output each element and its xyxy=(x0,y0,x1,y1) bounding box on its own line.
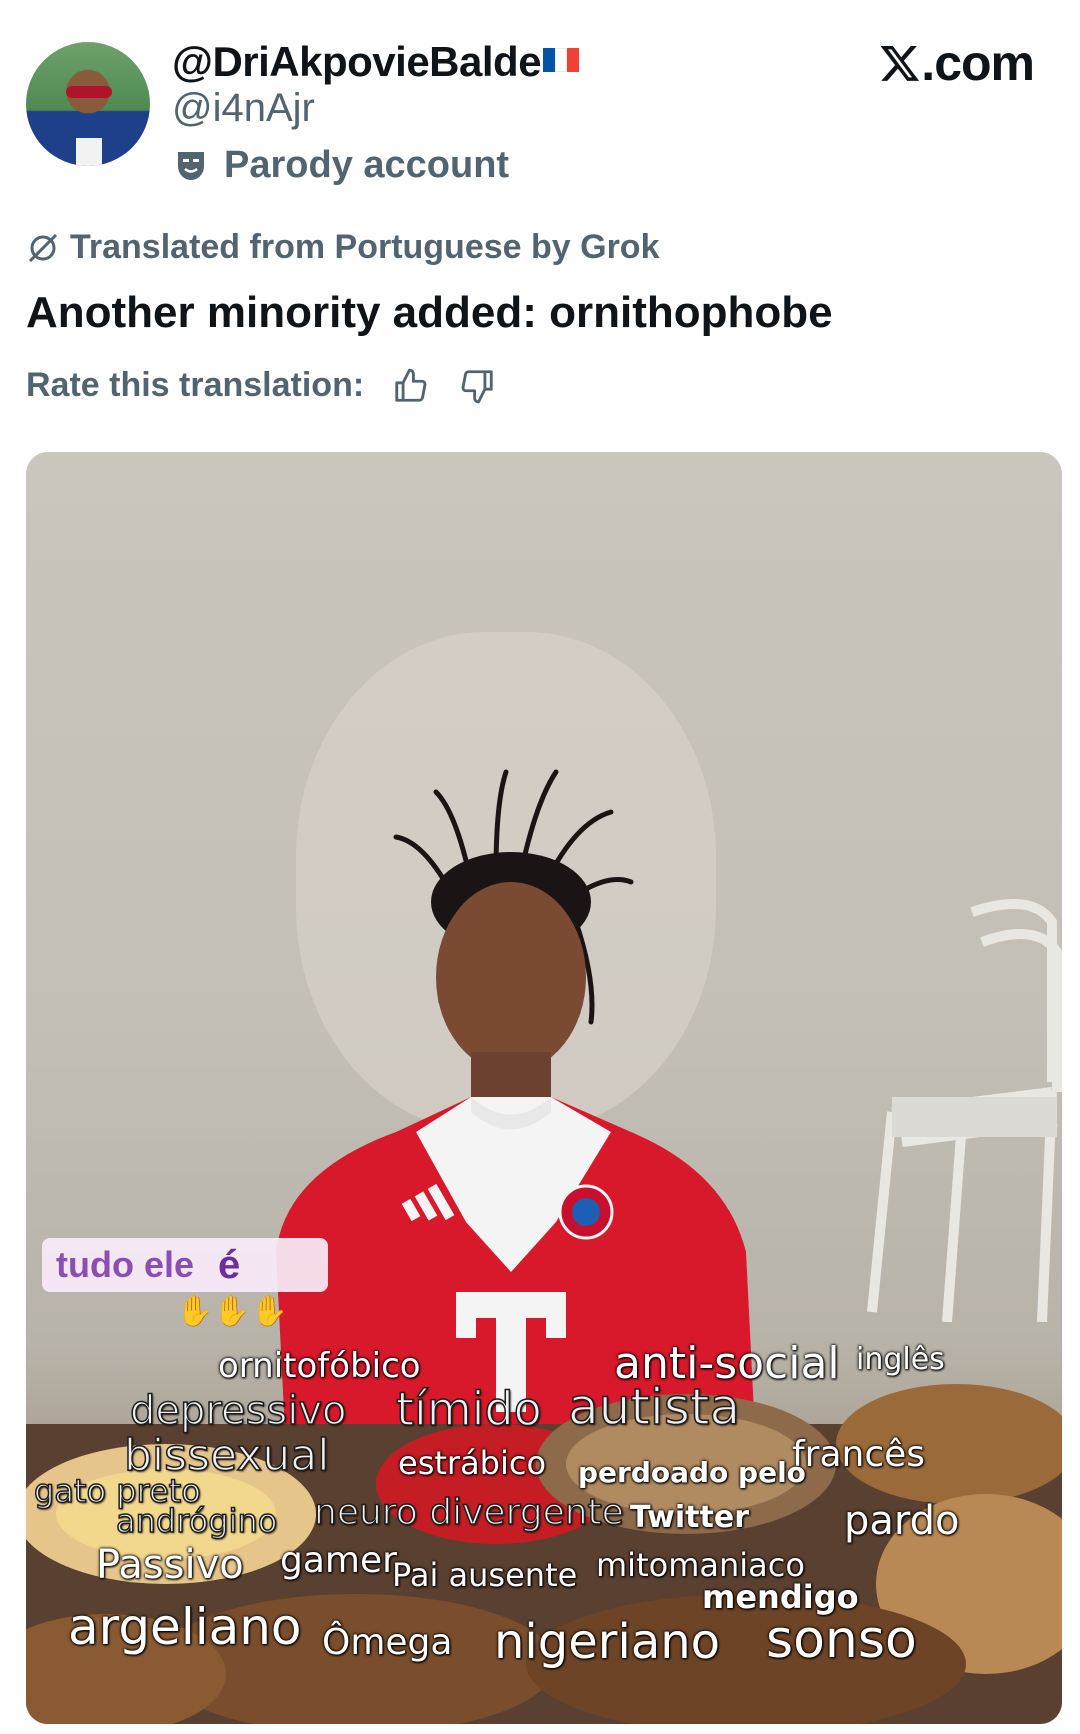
word-timido: tímido xyxy=(395,1381,542,1437)
thumbs-down-button[interactable] xyxy=(458,367,496,405)
thumbs-down-icon xyxy=(461,369,493,403)
parody-mask-icon xyxy=(178,151,204,180)
x-com-text: .com xyxy=(921,35,1035,91)
rate-translation: Rate this translation: xyxy=(26,366,496,405)
thumbs-up-button[interactable] xyxy=(392,367,430,405)
translation-notice-text: Translated from Portuguese by Grok xyxy=(70,228,660,266)
word-perdoado-pelo: perdoado pelo xyxy=(578,1456,806,1489)
flag-fr-icon xyxy=(543,34,580,72)
avatar-glasses xyxy=(66,86,112,98)
avatar[interactable] xyxy=(26,42,150,166)
word-neuro-divergente: neuro divergente xyxy=(313,1491,624,1534)
rate-label: Rate this translation: xyxy=(26,366,365,404)
caption-tudo-ele: tudo ele é xyxy=(42,1238,328,1292)
word-gamer: gamer xyxy=(280,1540,397,1581)
user-handle[interactable]: @i4nAjr xyxy=(172,86,315,131)
display-name-text: @DriAkpovieBalde xyxy=(172,38,542,85)
word-twitter: Twitter xyxy=(630,1500,749,1535)
parody-label-text: Parody account xyxy=(224,144,510,186)
raised-hands-icon: ✋✋✋ xyxy=(176,1295,289,1328)
word-nigeriano: nigeriano xyxy=(494,1614,721,1670)
word-estrabico: estrábico xyxy=(398,1444,547,1482)
display-name[interactable]: @DriAkpovieBalde xyxy=(172,34,580,86)
word-sonso: sonso xyxy=(766,1610,917,1670)
tweet-media-image[interactable]: tudo ele é ✋✋✋ ornitofóbico anti-social … xyxy=(26,452,1062,1724)
caption-e-text: é xyxy=(218,1242,241,1287)
word-omega: Ômega xyxy=(322,1622,453,1663)
word-pai-ausente: Pai ausente xyxy=(392,1556,578,1594)
word-argeliano: argeliano xyxy=(68,1598,302,1656)
word-androgino: andrógino xyxy=(115,1501,278,1541)
avatar-shirt xyxy=(76,138,102,166)
translation-notice: Translated from Portuguese by Grok xyxy=(26,228,659,267)
word-pardo: pardo xyxy=(844,1498,960,1544)
word-depressivo: depressivo xyxy=(129,1387,347,1435)
word-ornitofobico: ornitofóbico xyxy=(218,1346,421,1386)
word-frances: francês xyxy=(792,1434,926,1475)
word-passivo: Passivo xyxy=(96,1542,244,1588)
x-com-logo: .com xyxy=(879,34,1035,92)
parody-label: Parody account xyxy=(176,144,509,187)
x-logo-icon xyxy=(880,46,920,81)
stacked-chairs xyxy=(867,899,1062,1322)
caption-tudo-text: tudo ele xyxy=(56,1244,195,1285)
tweet-header: @DriAkpovieBalde @i4nAjr Parody account … xyxy=(0,0,1080,200)
tweet-text: Another minority added: ornithophobe xyxy=(26,288,833,337)
grok-slash-icon xyxy=(28,233,58,262)
thumbs-up-icon xyxy=(395,368,427,402)
word-autista: autista xyxy=(567,1377,741,1437)
word-ingles: inglês xyxy=(856,1342,945,1377)
